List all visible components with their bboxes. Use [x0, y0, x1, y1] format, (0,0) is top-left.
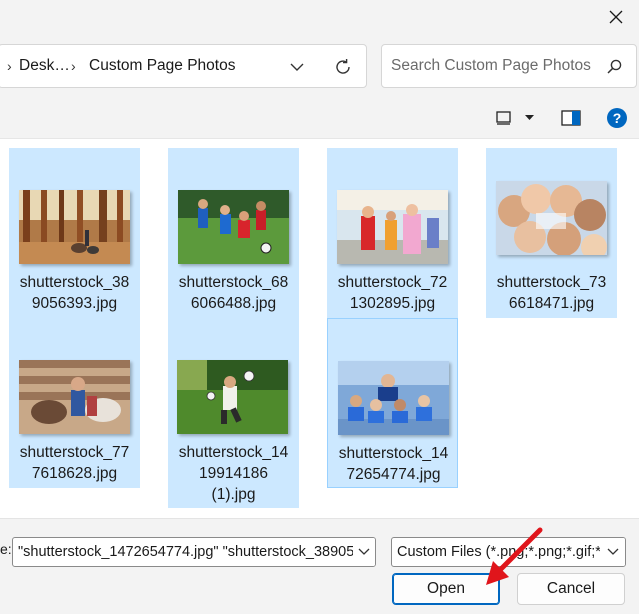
chevron-down-icon	[290, 63, 304, 71]
help-icon: ?	[607, 108, 627, 128]
view-dropdown-button[interactable]	[522, 106, 536, 130]
file-item[interactable]: shutterstock_72 1302895.jpg	[327, 148, 458, 318]
file-name: shutterstock_14 19914186 (1).jpg	[178, 444, 289, 503]
close-icon	[609, 10, 623, 24]
file-name-dropdown-button[interactable]	[353, 538, 375, 566]
file-type-dropdown-button[interactable]	[600, 538, 625, 566]
chevron-right-icon: ›	[71, 58, 76, 74]
open-button[interactable]: Open	[392, 573, 500, 605]
thumbnail-image	[178, 190, 289, 264]
preview-pane-button[interactable]	[560, 106, 582, 130]
thumbnail-image	[177, 360, 288, 434]
thumbnail-image	[337, 190, 448, 264]
file-type-select[interactable]: Custom Files (*.png;*.png;*.gif;*.	[391, 537, 626, 567]
file-name: shutterstock_72 1302895.jpg	[337, 274, 448, 312]
file-item[interactable]: shutterstock_14 72654774.jpg	[327, 318, 458, 488]
file-type-value: Custom Files (*.png;*.png;*.gif;*.	[397, 544, 605, 560]
file-name: shutterstock_68 6066488.jpg	[178, 274, 289, 312]
title-bar	[0, 0, 639, 34]
search-box[interactable]	[381, 44, 637, 88]
file-item[interactable]: shutterstock_14 19914186 (1).jpg	[168, 318, 299, 508]
file-item[interactable]: shutterstock_68 6066488.jpg	[168, 148, 299, 318]
refresh-icon	[336, 59, 350, 74]
file-name: shutterstock_14 72654774.jpg	[338, 445, 449, 483]
close-button[interactable]	[596, 2, 636, 32]
refresh-button[interactable]	[329, 53, 357, 81]
cancel-button[interactable]: Cancel	[517, 573, 625, 605]
chevron-down-icon	[358, 548, 370, 555]
search-icon[interactable]	[604, 57, 624, 77]
command-bar: ?	[0, 98, 639, 138]
thumbnail-image	[338, 361, 449, 435]
file-name: shutterstock_73 6618471.jpg	[496, 274, 607, 312]
view-mode-icon	[496, 111, 511, 125]
caret-down-icon	[524, 115, 534, 120]
thumbnail-image	[19, 360, 130, 434]
file-name-combobox[interactable]: "shutterstock_1472654774.jpg" "shutterst…	[12, 537, 376, 567]
chevron-down-icon	[607, 548, 618, 555]
address-history-dropdown[interactable]	[283, 53, 311, 81]
breadcrumb-desktop[interactable]: Desk…	[19, 45, 70, 87]
file-name: shutterstock_77 7618628.jpg	[19, 444, 130, 482]
file-item[interactable]: shutterstock_73 6618471.jpg	[486, 148, 617, 318]
view-mode-button[interactable]	[494, 106, 514, 130]
thumbnail-image	[496, 181, 607, 255]
file-name: shutterstock_38 9056393.jpg	[19, 274, 130, 312]
chevron-right-icon: ›	[7, 58, 12, 74]
file-item[interactable]: shutterstock_77 7618628.jpg	[9, 318, 140, 488]
breadcrumb-current-folder[interactable]: Custom Page Photos	[89, 45, 235, 87]
address-bar[interactable]: › Desk… › Custom Page Photos	[0, 44, 367, 88]
thumbnail-image	[19, 190, 130, 264]
file-list[interactable]: shutterstock_38 9056393.jpg shutterstock_…	[0, 138, 639, 518]
preview-pane-icon	[561, 110, 581, 126]
help-button[interactable]: ?	[605, 106, 629, 130]
file-name-label: e:	[0, 541, 12, 557]
file-name-input[interactable]: "shutterstock_1472654774.jpg" "shutterst…	[18, 538, 354, 566]
file-item[interactable]: shutterstock_38 9056393.jpg	[9, 148, 140, 318]
dialog-footer: e: "shutterstock_1472654774.jpg" "shutte…	[0, 518, 639, 614]
svg-text:?: ?	[613, 110, 622, 126]
navigation-bar: › Desk… › Custom Page Photos	[0, 34, 639, 98]
search-input[interactable]	[391, 45, 591, 87]
